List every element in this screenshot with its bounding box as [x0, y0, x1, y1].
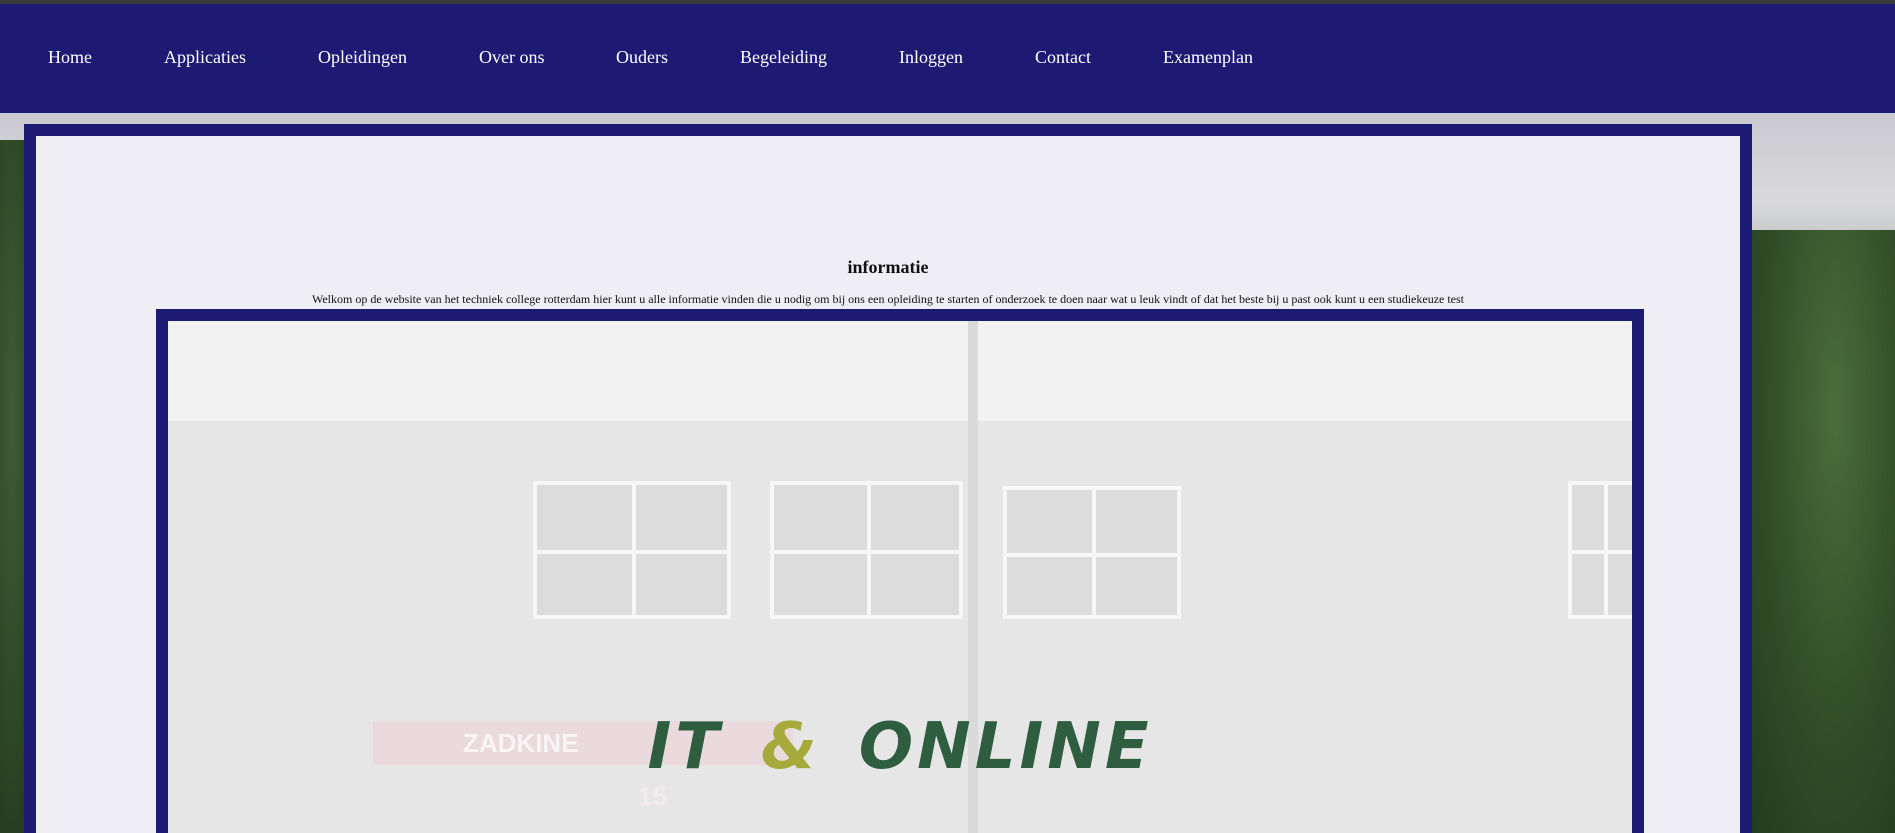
nav-item-over-ons[interactable]: Over ons: [479, 47, 545, 68]
nav-item-ouders[interactable]: Ouders: [616, 47, 668, 68]
logo-ampersand: &: [760, 710, 821, 784]
nav-item-opleidingen[interactable]: Opleidingen: [318, 47, 407, 68]
background-tree-right: [1745, 230, 1895, 833]
nav-item-inloggen[interactable]: Inloggen: [899, 47, 963, 68]
welcome-text: Welkom op de website van het techniek co…: [311, 292, 1465, 306]
logo-text-online: ONLINE: [858, 710, 1153, 784]
nav-list: Home Applicaties Opleidingen Over ons Ou…: [0, 4, 1895, 113]
logo-text-it: IT: [647, 710, 723, 784]
banner-building-number: 15: [638, 781, 667, 811]
nav-item-begeleiding[interactable]: Begeleiding: [740, 47, 827, 68]
banner-sky: [168, 321, 1632, 421]
nav-item-applicaties[interactable]: Applicaties: [164, 47, 246, 68]
banner-window: [1568, 481, 1632, 619]
banner-window: [770, 481, 963, 619]
banner-window: [1003, 486, 1181, 619]
it-online-logo: IT & ONLINE: [168, 710, 1632, 784]
banner-window: [533, 481, 731, 619]
page-title: informatie: [847, 257, 929, 277]
nav-item-contact[interactable]: Contact: [1035, 47, 1091, 68]
nav-item-examenplan[interactable]: Examenplan: [1163, 47, 1253, 68]
main-navbar: Home Applicaties Opleidingen Over ons Ou…: [0, 4, 1895, 113]
nav-item-home[interactable]: Home: [48, 47, 92, 68]
